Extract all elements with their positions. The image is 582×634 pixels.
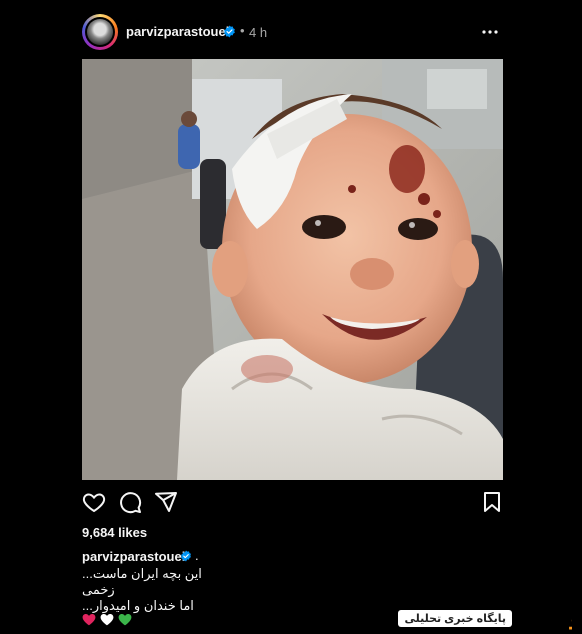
post-username[interactable]: parvizparastouei — [126, 24, 229, 39]
post-action-bar — [82, 490, 504, 516]
news-agency-watermark: پایگاه خبری تحلیلی روزنو — [398, 596, 574, 632]
caption-hearts — [82, 613, 132, 627]
white-heart-icon — [100, 613, 114, 626]
post-header: parvizparastouei • 4 h — [82, 14, 504, 52]
caption-line: اما خندان و امیدوار... — [82, 598, 194, 613]
svg-text:روزنو: روزنو — [569, 605, 572, 630]
caption-line: زخمی — [82, 582, 115, 597]
share-icon[interactable] — [154, 490, 178, 514]
green-heart-icon — [118, 613, 132, 626]
post-timestamp[interactable]: 4 h — [249, 25, 267, 40]
avatar[interactable] — [82, 14, 118, 50]
red-heart-icon — [82, 613, 96, 626]
caption-line: این بچه ایران ماست... — [82, 566, 202, 581]
watermark-tagline: پایگاه خبری تحلیلی — [398, 610, 512, 627]
comment-icon[interactable] — [118, 490, 142, 514]
bookmark-icon[interactable] — [480, 490, 504, 514]
separator-dot: • — [240, 23, 245, 38]
more-options-icon[interactable] — [480, 22, 500, 42]
like-heart-icon[interactable] — [82, 490, 106, 514]
rouzno-logo: روزنو — [569, 605, 572, 630]
verified-icon — [224, 25, 235, 38]
post-photo[interactable] — [82, 59, 503, 480]
verified-icon — [181, 550, 191, 562]
caption-trailing-dot: . — [195, 548, 199, 563]
baby-photo-illustration — [82, 59, 503, 480]
likes-count[interactable]: 9,684 likes — [82, 525, 147, 540]
caption-username[interactable]: parvizparastouei — [82, 549, 185, 564]
